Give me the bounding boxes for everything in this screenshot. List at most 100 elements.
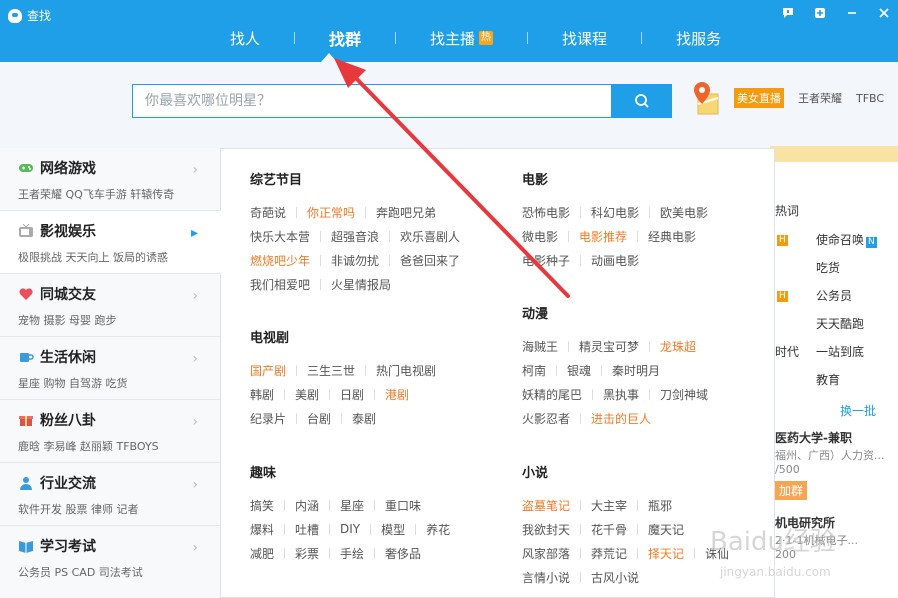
category-tag[interactable]: 国产剧 bbox=[250, 362, 286, 379]
category-tag[interactable]: 电影推荐 bbox=[579, 228, 627, 245]
category-tag[interactable]: 爆料 bbox=[250, 521, 274, 538]
right-item[interactable]: 公务员 bbox=[816, 287, 852, 304]
category-tag[interactable]: 恐怖电影 bbox=[522, 204, 570, 221]
category-tag[interactable]: 黑执事 bbox=[603, 386, 639, 403]
category-tag[interactable]: 彩票 bbox=[295, 545, 319, 562]
category-tag[interactable]: 模型 bbox=[381, 521, 405, 538]
category-tag[interactable]: 择天记 bbox=[648, 545, 684, 562]
category-tag[interactable]: 爸爸回来了 bbox=[400, 252, 460, 269]
tab-find-groups[interactable]: 找群 bbox=[295, 26, 395, 50]
location-map-icon[interactable] bbox=[690, 80, 720, 116]
category-tag[interactable]: 搞笑 bbox=[250, 497, 274, 514]
category-tag[interactable]: 纪录片 bbox=[250, 410, 286, 427]
refresh-batch-link[interactable]: 换一批 bbox=[840, 402, 876, 419]
join-group-button[interactable]: 加群 bbox=[775, 481, 808, 500]
category-tag[interactable]: 盗墓笔记 bbox=[522, 497, 570, 514]
right-item[interactable]: 热词 bbox=[775, 202, 799, 219]
category-tag[interactable]: 超强音浪 bbox=[331, 228, 379, 245]
category-tag[interactable]: 手绘 bbox=[340, 545, 364, 562]
category-tag[interactable]: 韩剧 bbox=[250, 386, 274, 403]
category-tag[interactable]: 内涵 bbox=[295, 497, 319, 514]
category-tag[interactable]: 秦时明月 bbox=[612, 362, 660, 379]
category-tag[interactable]: 快乐大本营 bbox=[250, 228, 310, 245]
sidebar-item-fan-gossip[interactable]: 粉丝八卦 鹿晗 李易峰 赵丽颖 TFBOYS › bbox=[0, 400, 220, 463]
category-tag[interactable]: 欢乐喜剧人 bbox=[400, 228, 460, 245]
category-tag[interactable]: 三生三世 bbox=[307, 362, 355, 379]
search-input[interactable] bbox=[145, 93, 599, 109]
tab-find-courses[interactable]: 找课程 bbox=[528, 28, 641, 49]
category-tag[interactable]: 微电影 bbox=[522, 228, 558, 245]
category-tag[interactable]: 欧美电影 bbox=[660, 204, 708, 221]
sidebar-item-leisure[interactable]: 生活休闲 星座 购物 自驾游 吃货 › bbox=[0, 337, 220, 400]
category-tag[interactable]: DIY bbox=[340, 522, 360, 536]
category-tag[interactable]: 言情小说 bbox=[522, 569, 570, 586]
category-tag[interactable]: 非诚勿扰 bbox=[331, 252, 379, 269]
group-name[interactable]: 机电研究所 bbox=[775, 514, 835, 531]
category-tag[interactable]: 刀剑神域 bbox=[660, 386, 708, 403]
category-tag[interactable]: 吐槽 bbox=[295, 521, 319, 538]
category-tag[interactable]: 我们相爱吧 bbox=[250, 276, 310, 293]
category-tag[interactable]: 你正常吗 bbox=[307, 204, 355, 221]
right-item[interactable]: 吃货 bbox=[816, 259, 840, 276]
sidebar-item-entertainment[interactable]: 影视娱乐 极限挑战 天天向上 饭局的诱惑 ▸ bbox=[0, 211, 221, 274]
right-item[interactable]: 时代 bbox=[775, 343, 799, 360]
category-tag[interactable]: 港剧 bbox=[385, 386, 409, 403]
right-item[interactable]: 一站到底 bbox=[816, 343, 864, 360]
minimize-icon[interactable] bbox=[844, 6, 860, 20]
category-tag[interactable]: 热门电视剧 bbox=[376, 362, 436, 379]
category-tag[interactable]: 减肥 bbox=[250, 545, 274, 562]
right-item[interactable]: 天天酷跑 bbox=[816, 315, 864, 332]
category-tag[interactable]: 花千骨 bbox=[591, 521, 627, 538]
category-tag[interactable]: 美剧 bbox=[295, 386, 319, 403]
category-tag[interactable]: 瓶邪 bbox=[648, 497, 672, 514]
category-tag[interactable]: 养花 bbox=[426, 521, 450, 538]
category-tag[interactable]: 我欲封天 bbox=[522, 521, 570, 538]
hot-tag-item[interactable]: 王者荣耀 bbox=[798, 90, 842, 106]
right-item[interactable]: 使命召唤 N bbox=[816, 231, 877, 248]
category-tag[interactable]: 经典电影 bbox=[648, 228, 696, 245]
category-tag[interactable]: 火星情报局 bbox=[331, 276, 391, 293]
category-tag[interactable]: 莽荒记 bbox=[591, 545, 627, 562]
sidebar-item-industry[interactable]: 行业交流 软件开发 股票 律师 记者 › bbox=[0, 463, 220, 526]
tab-find-streamers[interactable]: 找主播热 bbox=[396, 28, 527, 49]
tag-row: 奇葩说 你正常吗 奔跑吧兄弟 bbox=[250, 200, 460, 224]
category-tag[interactable]: 日剧 bbox=[340, 386, 364, 403]
category-tag[interactable]: 龙珠超 bbox=[660, 338, 696, 355]
category-tag[interactable]: 银魂 bbox=[567, 362, 591, 379]
category-tag[interactable]: 动画电影 bbox=[591, 252, 639, 269]
tab-find-people[interactable]: 找人 bbox=[196, 28, 294, 49]
category-tag[interactable]: 妖精的尾巴 bbox=[522, 386, 582, 403]
category-tag[interactable]: 科幻电影 bbox=[591, 204, 639, 221]
category-tag[interactable]: 魔天记 bbox=[648, 521, 684, 538]
add-icon[interactable] bbox=[812, 6, 828, 20]
category-tag[interactable]: 重口味 bbox=[385, 497, 421, 514]
right-item[interactable]: 教育 bbox=[816, 371, 840, 388]
sidebar-item-local-friends[interactable]: 同城交友 宠物 摄影 母婴 跑步 › bbox=[0, 274, 220, 337]
category-tag[interactable]: 柯南 bbox=[522, 362, 546, 379]
close-icon[interactable] bbox=[876, 6, 892, 20]
tab-find-services[interactable]: 找服务 bbox=[642, 28, 755, 49]
category-tag[interactable]: 精灵宝可梦 bbox=[579, 338, 639, 355]
feedback-icon[interactable] bbox=[780, 6, 796, 20]
category-tag[interactable]: 奢侈品 bbox=[385, 545, 421, 562]
category-tag[interactable]: 诛仙 bbox=[705, 545, 729, 562]
category-tag[interactable]: 星座 bbox=[340, 497, 364, 514]
category-tag[interactable]: 奔跑吧兄弟 bbox=[376, 204, 436, 221]
category-tag[interactable]: 泰剧 bbox=[352, 410, 376, 427]
category-tag[interactable]: 进击的巨人 bbox=[591, 410, 651, 427]
category-tag[interactable]: 古风小说 bbox=[591, 569, 639, 586]
group-name[interactable]: 医药大学-兼职 bbox=[775, 429, 852, 446]
hot-tag-live[interactable]: 美女直播 bbox=[734, 88, 784, 108]
category-tag[interactable]: 风家部落 bbox=[522, 545, 570, 562]
category-tag[interactable]: 电影种子 bbox=[522, 252, 570, 269]
category-tag[interactable]: 火影忍者 bbox=[522, 410, 570, 427]
category-tag[interactable]: 大主宰 bbox=[591, 497, 627, 514]
sidebar-item-study[interactable]: 学习考试 公务员 PS CAD 司法考试 › bbox=[0, 526, 220, 589]
sidebar-item-online-games[interactable]: 网络游戏 王者荣耀 QQ飞车手游 轩辕传奇 › bbox=[0, 148, 220, 211]
hot-tag-item[interactable]: TFBC bbox=[856, 92, 884, 105]
category-tag[interactable]: 燃烧吧少年 bbox=[250, 252, 310, 269]
search-button[interactable] bbox=[611, 84, 672, 118]
category-tag[interactable]: 海贼王 bbox=[522, 338, 558, 355]
category-tag[interactable]: 台剧 bbox=[307, 410, 331, 427]
category-tag[interactable]: 奇葩说 bbox=[250, 204, 286, 221]
